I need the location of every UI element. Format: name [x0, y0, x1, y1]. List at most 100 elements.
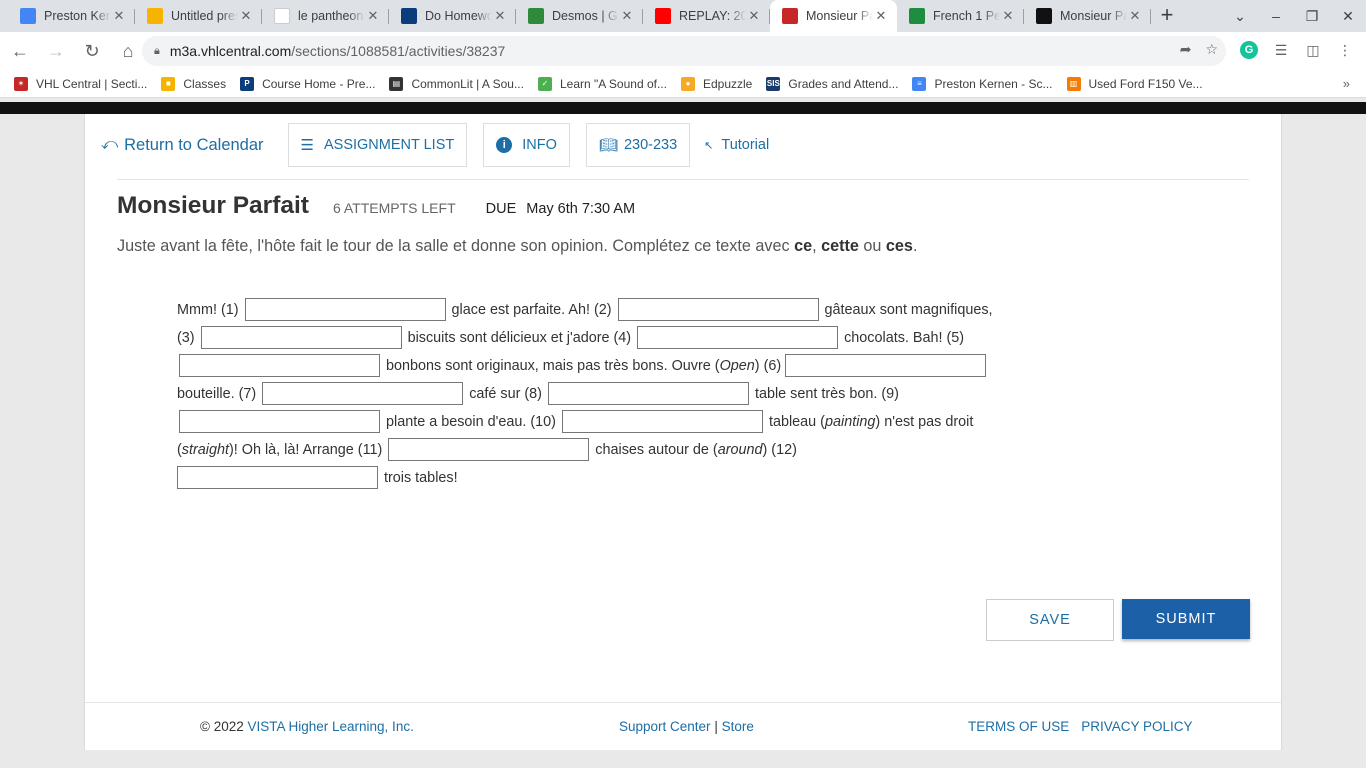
answer-input-11[interactable]: [388, 437, 590, 461]
answer-input-1[interactable]: [244, 297, 446, 321]
exercise-text: chaises autour de (: [591, 442, 718, 458]
menu-kebab-icon[interactable]: ⋮: [1336, 41, 1354, 59]
close-tab-icon[interactable]: ✕: [873, 8, 889, 24]
bookmark-item[interactable]: ≡ Preston Kernen - Sc...: [912, 76, 1053, 91]
exercise-text: ) (6): [754, 358, 786, 374]
bookmark-item[interactable]: ● Edpuzzle: [680, 76, 753, 91]
answer-input-9[interactable]: [179, 409, 380, 433]
exercise-text: chocolats. Bah! (5): [840, 330, 965, 346]
browser-tab[interactable]: Monsieur Parfait✕: [1024, 0, 1151, 32]
save-button[interactable]: SAVE: [986, 599, 1114, 641]
browser-tab[interactable]: Do Homework✕: [389, 0, 516, 32]
new-tab-button[interactable]: +: [1151, 0, 1183, 32]
browser-toolbar: ← → ↻ ⌂ 🔒︎ m3a.vhlcentral.com/sections/1…: [0, 32, 1366, 70]
close-tab-icon[interactable]: ✕: [111, 8, 127, 24]
bookmark-label: Course Home - Pre...: [262, 76, 376, 91]
return-to-calendar-link[interactable]: ⤺ Return to Calendar: [101, 136, 264, 155]
exercise-text: tableau (: [764, 414, 825, 430]
company-link[interactable]: VISTA Higher Learning, Inc.: [247, 719, 413, 734]
instructions-text: Juste avant la fête, l'hôte fait le tour…: [117, 237, 795, 255]
close-tab-icon[interactable]: ✕: [492, 8, 508, 24]
bookmark-label: Grades and Attend...: [788, 76, 899, 91]
tab-title: le pantheon: [298, 9, 364, 23]
assignment-list-button[interactable]: ☰ ASSIGNMENT LIST: [287, 123, 468, 167]
tab-search-icon[interactable]: ⌄: [1222, 8, 1258, 25]
reload-icon[interactable]: ↻: [76, 35, 108, 67]
browser-tab[interactable]: French 1 Period✕: [897, 0, 1024, 32]
tutorial-link[interactable]: ↖ Tutorial: [704, 137, 769, 153]
close-tab-icon[interactable]: ✕: [365, 8, 381, 24]
browser-tab[interactable]: le pantheon ✕: [262, 0, 389, 32]
submit-button[interactable]: SUBMIT: [1122, 599, 1250, 639]
exercise-text: bonbons sont originaux, mais pas très bo…: [382, 358, 720, 374]
instructions-sep: ou: [858, 237, 886, 255]
browser-tab[interactable]: Monsieur Parfait✕: [770, 0, 897, 32]
bookmark-item[interactable]: ▤ CommonLit | A Sou...: [389, 76, 524, 91]
browser-tab[interactable]: Desmos | Graphing✕: [516, 0, 643, 32]
exercise-text: Mmm! (1): [177, 302, 243, 318]
bookmark-favicon-icon: ✶: [14, 76, 28, 91]
youtube-icon: [655, 8, 671, 24]
close-tab-icon[interactable]: ✕: [238, 8, 254, 24]
browser-tab[interactable]: REPLAY: 2022✕: [643, 0, 770, 32]
share-icon[interactable]: ➦: [1180, 41, 1192, 58]
store-link[interactable]: Store: [722, 719, 754, 734]
forward-icon[interactable]: →: [40, 35, 72, 67]
pearson-icon: [401, 8, 417, 24]
textbook-pages-button[interactable]: 📖︎ 230-233: [585, 123, 691, 167]
bookmark-item[interactable]: ▥ Used Ford F150 Ve...: [1066, 76, 1203, 91]
answer-input-8[interactable]: [547, 381, 749, 405]
answer-input-4[interactable]: [637, 325, 839, 349]
close-tab-icon[interactable]: ✕: [619, 8, 635, 24]
close-tab-icon[interactable]: ✕: [1127, 8, 1143, 24]
close-tab-icon[interactable]: ✕: [1000, 8, 1016, 24]
bookmark-label: Preston Kernen - Sc...: [934, 76, 1053, 91]
close-window-icon[interactable]: ✕: [1330, 8, 1366, 25]
side-panel-icon[interactable]: ◫: [1304, 41, 1322, 59]
restore-icon[interactable]: ❐: [1294, 8, 1330, 25]
grammarly-icon[interactable]: G: [1240, 41, 1258, 59]
bookmark-label: Edpuzzle: [702, 76, 753, 91]
bookmarks-overflow-icon[interactable]: »: [1343, 76, 1350, 91]
privacy-link[interactable]: PRIVACY POLICY: [1081, 719, 1192, 734]
support-links: Support Center | Store: [619, 719, 754, 734]
extensions-puzzle-icon[interactable]: ☰: [1272, 41, 1290, 59]
classroom-icon: [909, 8, 925, 24]
answer-input-3[interactable]: [200, 325, 402, 349]
site-header-bar: [0, 102, 1366, 114]
due-date: May 6th 7:30 AM: [526, 201, 636, 217]
bookmark-item[interactable]: ✶ VHL Central | Secti...: [14, 76, 147, 91]
tab-title: Do Homework: [425, 9, 492, 23]
answer-input-10[interactable]: [561, 409, 763, 433]
bookmark-item[interactable]: SIS Grades and Attend...: [766, 76, 899, 91]
instructions-sep: ,: [812, 237, 822, 255]
bookmark-item[interactable]: ✓ Learn "A Sound of...: [537, 76, 667, 91]
answer-input-6[interactable]: [785, 353, 987, 377]
bookmark-label: Classes: [183, 76, 227, 91]
answer-input-2[interactable]: [617, 297, 819, 321]
home-icon[interactable]: ⌂: [112, 35, 144, 67]
tab-title: Preston Kernen: [44, 9, 111, 23]
bookmark-favicon-icon: ●: [680, 76, 695, 91]
back-icon[interactable]: ←: [4, 35, 36, 67]
answer-input-5[interactable]: [179, 353, 380, 377]
address-bar[interactable]: 🔒︎ m3a.vhlcentral.com/sections/1088581/a…: [142, 36, 1226, 66]
minimize-icon[interactable]: –: [1258, 8, 1294, 24]
terms-link[interactable]: TERMS OF USE: [968, 719, 1069, 734]
instructions-sep: .: [912, 237, 918, 255]
lock-icon[interactable]: 🔒︎: [154, 45, 160, 58]
answer-input-7[interactable]: [262, 381, 464, 405]
info-button[interactable]: i INFO: [483, 123, 570, 167]
close-tab-icon[interactable]: ✕: [746, 8, 762, 24]
browser-tab[interactable]: Untitled presentation✕: [135, 0, 262, 32]
tab-title: REPLAY: 2022: [679, 9, 746, 23]
tab-title: Monsieur Parfait: [806, 9, 873, 23]
bookmark-item[interactable]: P Course Home - Pre...: [240, 76, 376, 91]
support-center-link[interactable]: Support Center: [619, 719, 711, 734]
answer-input-12[interactable]: [177, 465, 378, 489]
activity-action-bar: ⤺ Return to Calendar ☰ ASSIGNMENT LIST i…: [101, 123, 769, 167]
option-ces: ces: [885, 237, 913, 255]
browser-tab[interactable]: Preston Kernen✕: [8, 0, 135, 32]
bookmark-item[interactable]: ■ Classes: [161, 76, 227, 91]
bookmark-star-icon[interactable]: ☆: [1205, 41, 1218, 58]
